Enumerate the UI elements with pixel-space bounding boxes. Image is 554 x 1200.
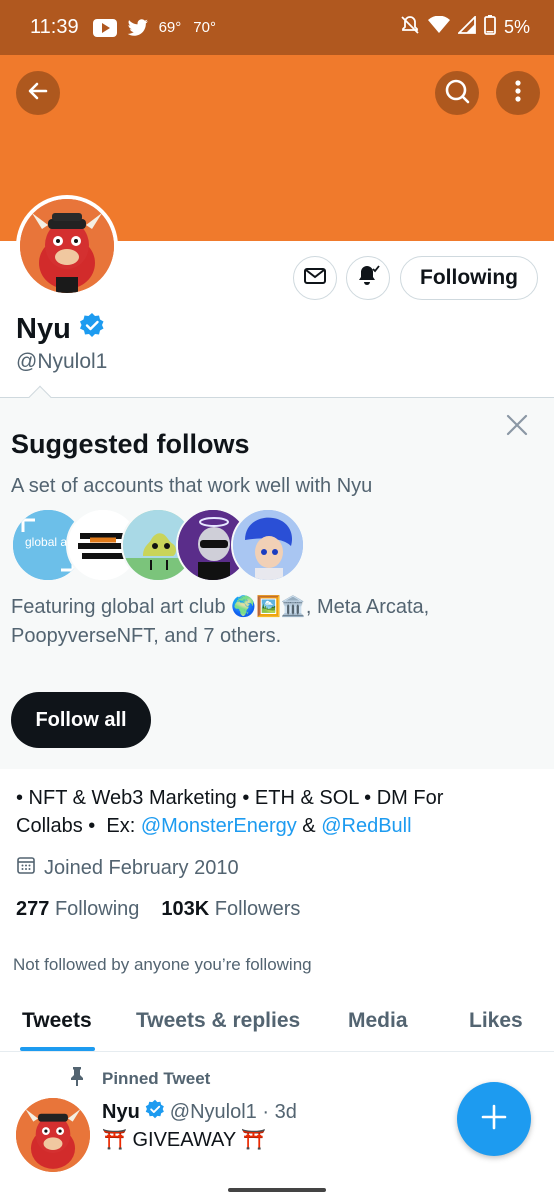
featuring-text: Featuring global art club 🌍🖼️🏛️, Meta Ar… bbox=[11, 593, 531, 651]
tab-likes[interactable]: Likes bbox=[469, 1009, 523, 1033]
follow-counts: 277 Following 103K Followers bbox=[16, 898, 300, 921]
wifi-icon bbox=[427, 15, 450, 39]
suggested-title: Suggested follows bbox=[11, 429, 250, 459]
avatar-anime[interactable] bbox=[231, 508, 305, 582]
following-button[interactable]: Following bbox=[400, 256, 538, 300]
bio-line-1: • NFT & Web3 Marketing • ETH & SOL • DM … bbox=[16, 787, 444, 809]
bell-checked-icon bbox=[355, 263, 381, 294]
bio-amp: & bbox=[296, 815, 322, 837]
mute-icon bbox=[400, 15, 420, 40]
joined-text: Joined February 2010 bbox=[44, 856, 239, 879]
profile-avatar[interactable] bbox=[16, 195, 118, 297]
home-indicator[interactable] bbox=[228, 1188, 326, 1192]
back-arrow-icon bbox=[26, 79, 50, 108]
tweet-handle-time: @Nyulol1 · 3d bbox=[169, 1100, 297, 1123]
more-options-button[interactable] bbox=[496, 71, 540, 115]
tweet-verified-icon bbox=[145, 1099, 165, 1125]
verified-badge-icon bbox=[79, 312, 105, 346]
notifications-button[interactable] bbox=[346, 256, 390, 300]
followers-count: 103K bbox=[161, 898, 210, 920]
profile-bio: • NFT & Web3 Marketing • ETH & SOL • DM … bbox=[16, 784, 536, 840]
compose-tweet-button[interactable] bbox=[457, 1082, 531, 1156]
profile-name-row: Nyu bbox=[16, 312, 105, 346]
battery-percent: 5% bbox=[503, 17, 530, 37]
followers-count-label: Followers bbox=[214, 898, 301, 920]
profile-name: Nyu bbox=[16, 312, 71, 345]
mention-link-redbull[interactable]: @RedBull bbox=[321, 815, 411, 837]
featuring-line-1: Featuring global art club 🌍🖼️🏛️, Meta Ar… bbox=[11, 596, 430, 618]
search-button[interactable] bbox=[435, 71, 479, 115]
tab-tweets-replies[interactable]: Tweets & replies bbox=[136, 1009, 300, 1033]
pin-icon bbox=[68, 1066, 86, 1091]
calendar-icon bbox=[16, 855, 36, 881]
tweet-text: ⛩️ GIVEAWAY ⛩️ bbox=[102, 1129, 267, 1151]
pinned-label-row: Pinned Tweet bbox=[68, 1066, 210, 1091]
mail-icon bbox=[303, 266, 327, 291]
tweet-author-name[interactable]: Nyu bbox=[102, 1101, 140, 1124]
pinned-label: Pinned Tweet bbox=[102, 1068, 211, 1088]
profile-handle: @Nyulol1 bbox=[16, 350, 108, 373]
suggested-subtitle: A set of accounts that work well with Ny… bbox=[11, 475, 373, 497]
following-count: 277 bbox=[16, 898, 50, 920]
tab-media[interactable]: Media bbox=[348, 1009, 408, 1033]
close-icon bbox=[504, 414, 530, 442]
bio-line-2: Collabs • Ex: @MonsterEnergy & @RedBull bbox=[16, 812, 536, 840]
battery-icon bbox=[484, 15, 496, 40]
active-tab-indicator bbox=[20, 1047, 95, 1051]
plus-icon bbox=[480, 1103, 508, 1136]
profile-tabs: Tweets Tweets & replies Media Likes bbox=[0, 990, 554, 1052]
bio-line-2-prefix: Collabs • Ex: bbox=[16, 815, 141, 837]
tab-tweets[interactable]: Tweets bbox=[22, 1009, 92, 1033]
close-suggestions-button[interactable] bbox=[504, 412, 530, 438]
not-followed-note: Not followed by anyone you’re following bbox=[13, 955, 312, 974]
status-time: 11:39 bbox=[30, 16, 79, 38]
youtube-icon bbox=[92, 18, 117, 37]
featuring-line-2: PoopyverseNFT, and 7 others. bbox=[11, 625, 282, 647]
card-notch bbox=[28, 385, 52, 409]
followers-count-link[interactable]: 103K Followers bbox=[161, 898, 300, 921]
following-count-link[interactable]: 277 Following bbox=[16, 898, 139, 921]
status-temp-1: 69° bbox=[158, 19, 182, 36]
suggested-avatars[interactable]: global art club bbox=[11, 508, 311, 584]
search-icon bbox=[444, 78, 470, 109]
more-vertical-icon bbox=[514, 79, 522, 108]
tweet-header: Nyu @Nyulol1 · 3d bbox=[102, 1099, 297, 1125]
status-temp-2: 70° bbox=[193, 19, 216, 36]
suggested-follows-card: Suggested follows A set of accounts that… bbox=[0, 385, 554, 769]
mention-link-monster[interactable]: @MonsterEnergy bbox=[141, 815, 297, 837]
back-button[interactable] bbox=[16, 71, 60, 115]
following-count-label: Following bbox=[54, 898, 140, 920]
joined-row: Joined February 2010 bbox=[16, 855, 239, 881]
tweet-avatar[interactable] bbox=[16, 1098, 90, 1172]
message-button[interactable] bbox=[293, 256, 337, 300]
follow-all-button[interactable]: Follow all bbox=[11, 692, 151, 748]
twitter-icon bbox=[127, 18, 149, 37]
status-bar: 11:39 69° 70° 5% bbox=[0, 0, 554, 55]
signal-icon bbox=[456, 14, 476, 39]
